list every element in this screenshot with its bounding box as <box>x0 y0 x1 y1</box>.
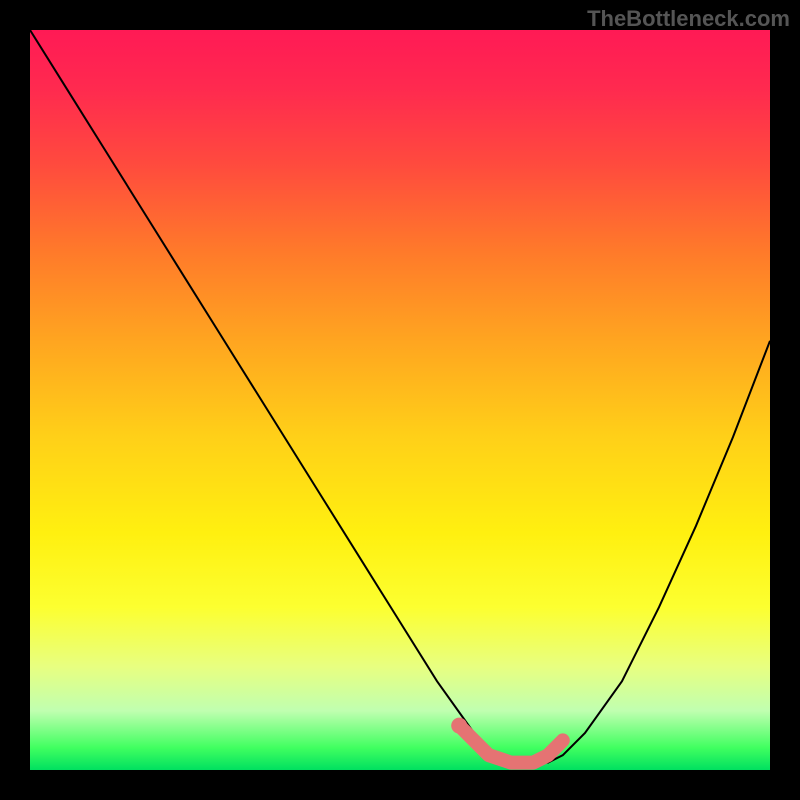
bottleneck-curve-line <box>30 30 770 763</box>
watermark-text: TheBottleneck.com <box>587 6 790 32</box>
plot-area <box>30 30 770 770</box>
chart-svg <box>30 30 770 770</box>
highlight-dot-icon <box>451 718 467 734</box>
highlight-segment-line <box>459 726 563 763</box>
